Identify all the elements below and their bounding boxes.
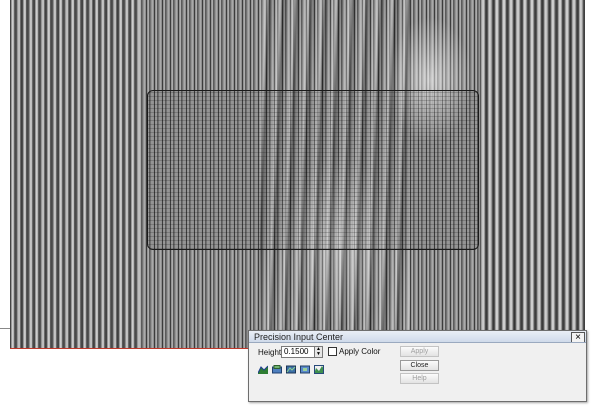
3d-viewport-wood-relief[interactable] <box>10 0 585 348</box>
help-button[interactable]: Help <box>400 373 439 384</box>
apply-color-checkbox[interactable] <box>328 347 337 356</box>
relief-tool-4-icon[interactable] <box>300 365 310 374</box>
dialog-titlebar[interactable]: Precision Input Center × <box>249 331 586 343</box>
dialog-title: Precision Input Center <box>254 332 344 342</box>
spin-down-icon[interactable]: ▼ <box>315 352 322 357</box>
close-button[interactable]: Close <box>400 360 439 371</box>
selected-region-outline[interactable] <box>147 90 479 250</box>
height-input[interactable]: 0.1500 <box>281 346 315 358</box>
wood-grain-right <box>480 0 585 348</box>
app-window: Precision Input Center × Height 0.1500 ▲… <box>0 0 600 416</box>
viewport-edge-line <box>10 348 250 349</box>
precision-input-dialog: Precision Input Center × Height 0.1500 ▲… <box>248 330 587 402</box>
relief-tool-2-icon[interactable] <box>272 365 282 374</box>
height-label: Height <box>258 348 282 357</box>
left-ruler-tick <box>0 328 10 329</box>
relief-tool-1-icon[interactable] <box>258 365 268 374</box>
apply-color-label: Apply Color <box>339 347 381 356</box>
relief-tool-3-icon[interactable] <box>286 365 296 374</box>
wood-grain-left <box>10 0 140 348</box>
height-spinner[interactable]: ▲ ▼ <box>314 346 323 358</box>
apply-button[interactable]: Apply <box>400 346 439 357</box>
relief-tool-5-icon[interactable] <box>314 365 324 374</box>
tool-icon-row <box>258 365 324 375</box>
close-icon[interactable]: × <box>571 332 585 342</box>
